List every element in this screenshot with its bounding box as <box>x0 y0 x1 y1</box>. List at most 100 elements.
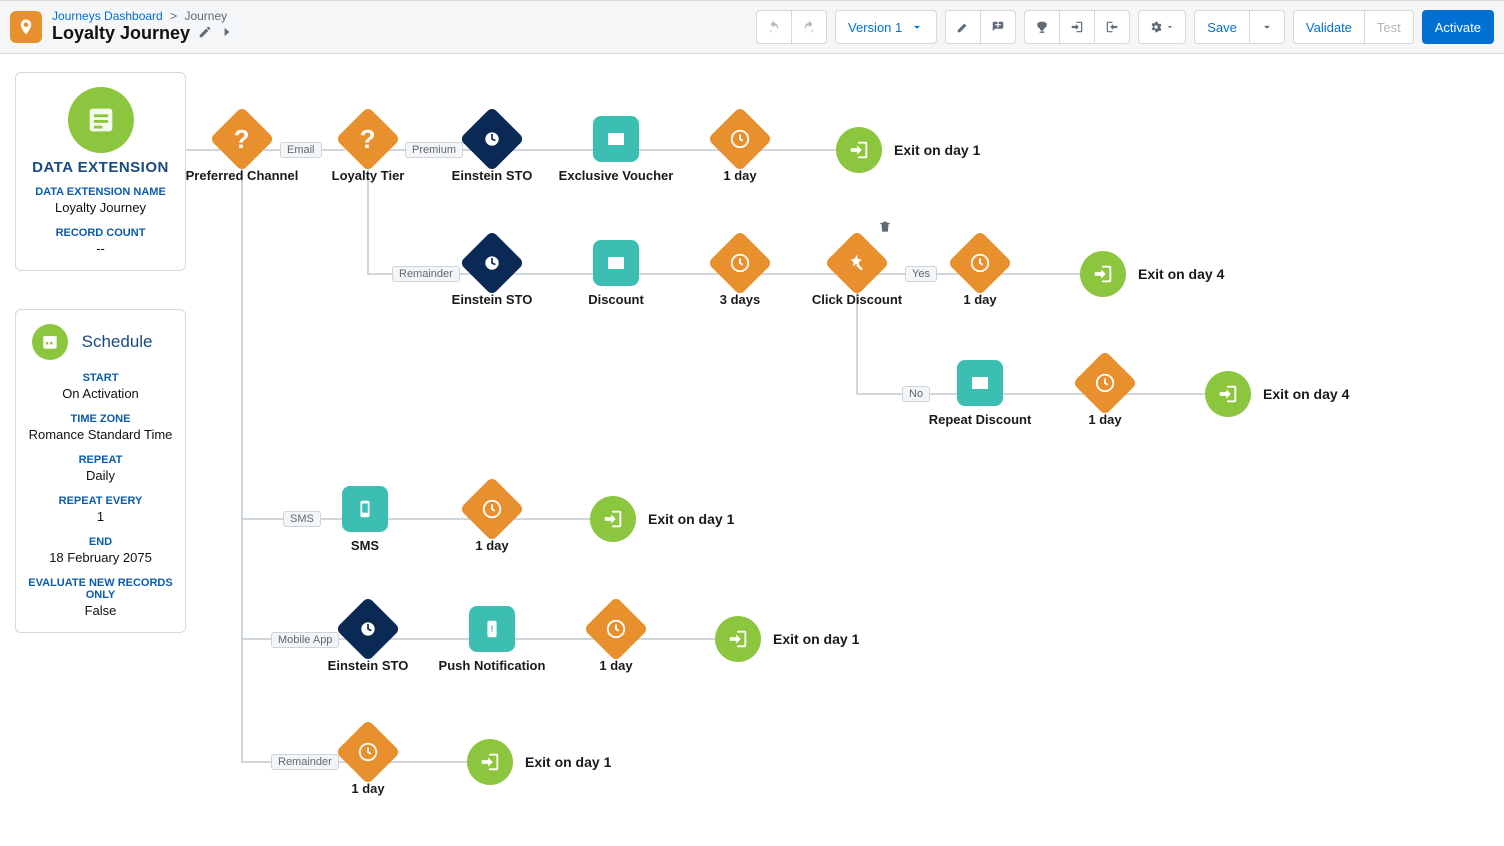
email-icon <box>593 116 639 162</box>
clock-icon <box>335 719 400 784</box>
engagement-icon <box>824 230 889 295</box>
exit-icon <box>715 616 761 662</box>
edit-title-icon[interactable] <box>198 25 212 43</box>
entry-panel-title: DATA EXTENSION <box>26 159 175 176</box>
de-name-value: Loyalty Journey <box>26 200 175 215</box>
node-loyalty-tier[interactable]: ? Loyalty Tier <box>308 116 428 183</box>
node-click-discount[interactable]: Click Discount <box>797 240 917 307</box>
redo-button[interactable] <box>791 10 827 44</box>
notes-button[interactable] <box>945 10 981 44</box>
node-label: 1 day <box>1045 412 1165 427</box>
exit-icon <box>1205 371 1251 417</box>
test-button[interactable]: Test <box>1364 10 1414 44</box>
breadcrumb-current: Journey <box>184 9 227 23</box>
exit-day1-sms[interactable]: Exit on day 1 <box>590 496 734 542</box>
einstein-icon <box>459 106 524 171</box>
version-label: Version 1 <box>848 20 902 35</box>
exit-label: Exit on day 4 <box>1263 386 1349 402</box>
node-label: SMS <box>305 538 425 553</box>
exit-day4-no[interactable]: Exit on day 4 <box>1205 371 1349 417</box>
exit-label: Exit on day 1 <box>648 511 734 527</box>
node-wait-no-1day[interactable]: 1 day <box>1045 360 1165 427</box>
exit-day1-row1[interactable]: Exit on day 1 <box>836 127 980 173</box>
decision-icon: ? <box>209 106 274 171</box>
entry-source-panel[interactable]: DATA EXTENSION DATA EXTENSION NAME Loyal… <box>15 72 186 271</box>
exit-icon <box>467 739 513 785</box>
node-label: 1 day <box>308 781 428 796</box>
node-wait-sms-1day[interactable]: 1 day <box>432 486 552 553</box>
node-discount[interactable]: Discount <box>556 240 676 307</box>
trash-icon[interactable] <box>878 220 892 237</box>
exit-label: Exit on day 4 <box>1138 266 1224 282</box>
settings-gear-button[interactable] <box>1138 10 1186 44</box>
schedule-icon <box>32 324 68 360</box>
node-einstein-sto-2[interactable]: Einstein STO <box>432 240 552 307</box>
node-wait-push-1day[interactable]: 1 day <box>556 606 676 673</box>
goals-button[interactable] <box>1024 10 1060 44</box>
exit-label: Exit on day 1 <box>773 631 859 647</box>
node-exclusive-voucher[interactable]: Exclusive Voucher <box>556 116 676 183</box>
breadcrumb-dashboard-link[interactable]: Journeys Dashboard <box>52 9 163 23</box>
node-label: 3 days <box>680 292 800 307</box>
save-dropdown[interactable] <box>1249 10 1285 44</box>
node-sms[interactable]: SMS <box>305 486 425 553</box>
clock-icon <box>707 230 772 295</box>
node-wait-3days[interactable]: 3 days <box>680 240 800 307</box>
add-activity-button[interactable] <box>980 10 1016 44</box>
journey-app-icon <box>10 11 42 43</box>
validate-button[interactable]: Validate <box>1293 10 1365 44</box>
schedule-title: Schedule <box>82 332 153 352</box>
node-wait-remainder-1day[interactable]: 1 day <box>308 729 428 796</box>
node-label: Click Discount <box>797 292 917 307</box>
node-wait-yes-1day[interactable]: 1 day <box>920 240 1040 307</box>
data-extension-icon <box>68 87 134 153</box>
node-preferred-channel[interactable]: ? Preferred Channel <box>182 116 302 183</box>
node-label: Einstein STO <box>308 658 428 673</box>
node-wait-1day-1[interactable]: 1 day <box>680 116 800 183</box>
node-label: Preferred Channel <box>182 168 302 183</box>
schedule-panel[interactable]: Schedule START On Activation TIME ZONE R… <box>15 309 186 633</box>
node-einstein-sto-1[interactable]: Einstein STO <box>432 116 552 183</box>
einstein-icon <box>335 596 400 661</box>
breadcrumb-col: Journeys Dashboard > Journey Loyalty Jou… <box>52 9 234 45</box>
de-name-label: DATA EXTENSION NAME <box>26 186 175 198</box>
exit-criteria-button[interactable] <box>1059 10 1095 44</box>
node-push-notification[interactable]: ! Push Notification <box>432 606 552 673</box>
header-actions: Version 1 Save Validate Test Activate <box>756 10 1494 44</box>
node-label: Push Notification <box>432 658 552 673</box>
save-button[interactable]: Save <box>1194 10 1250 44</box>
decision-icon: ? <box>335 106 400 171</box>
node-label: Einstein STO <box>432 168 552 183</box>
exit-day4-yes[interactable]: Exit on day 4 <box>1080 251 1224 297</box>
einstein-icon <box>459 230 524 295</box>
node-label: 1 day <box>556 658 676 673</box>
journey-canvas[interactable]: DATA EXTENSION DATA EXTENSION NAME Loyal… <box>0 54 1504 846</box>
de-count-value: -- <box>26 241 175 256</box>
sms-icon <box>342 486 388 532</box>
exit-icon <box>1080 251 1126 297</box>
node-einstein-sto-3[interactable]: Einstein STO <box>308 606 428 673</box>
clock-icon <box>459 476 524 541</box>
node-label: 1 day <box>920 292 1040 307</box>
chevron-right-icon[interactable] <box>220 25 234 43</box>
clock-icon <box>583 596 648 661</box>
header-bar: Journeys Dashboard > Journey Loyalty Jou… <box>0 0 1504 54</box>
node-label: Discount <box>556 292 676 307</box>
exit-icon <box>836 127 882 173</box>
node-label: 1 day <box>432 538 552 553</box>
svg-text:!: ! <box>490 624 493 634</box>
exit-day1-remainder[interactable]: Exit on day 1 <box>467 739 611 785</box>
undo-button[interactable] <box>756 10 792 44</box>
breadcrumb: Journeys Dashboard > Journey <box>52 9 234 23</box>
journey-title: Loyalty Journey <box>52 23 190 45</box>
activate-button[interactable]: Activate <box>1422 10 1494 44</box>
version-dropdown[interactable]: Version 1 <box>835 10 937 44</box>
journey-settings-button[interactable] <box>1094 10 1130 44</box>
clock-icon <box>1072 350 1137 415</box>
node-repeat-discount[interactable]: Repeat Discount <box>920 360 1040 427</box>
exit-label: Exit on day 1 <box>894 142 980 158</box>
node-label: Repeat Discount <box>920 412 1040 427</box>
clock-icon <box>707 106 772 171</box>
exit-day1-push[interactable]: Exit on day 1 <box>715 616 859 662</box>
email-icon <box>957 360 1003 406</box>
